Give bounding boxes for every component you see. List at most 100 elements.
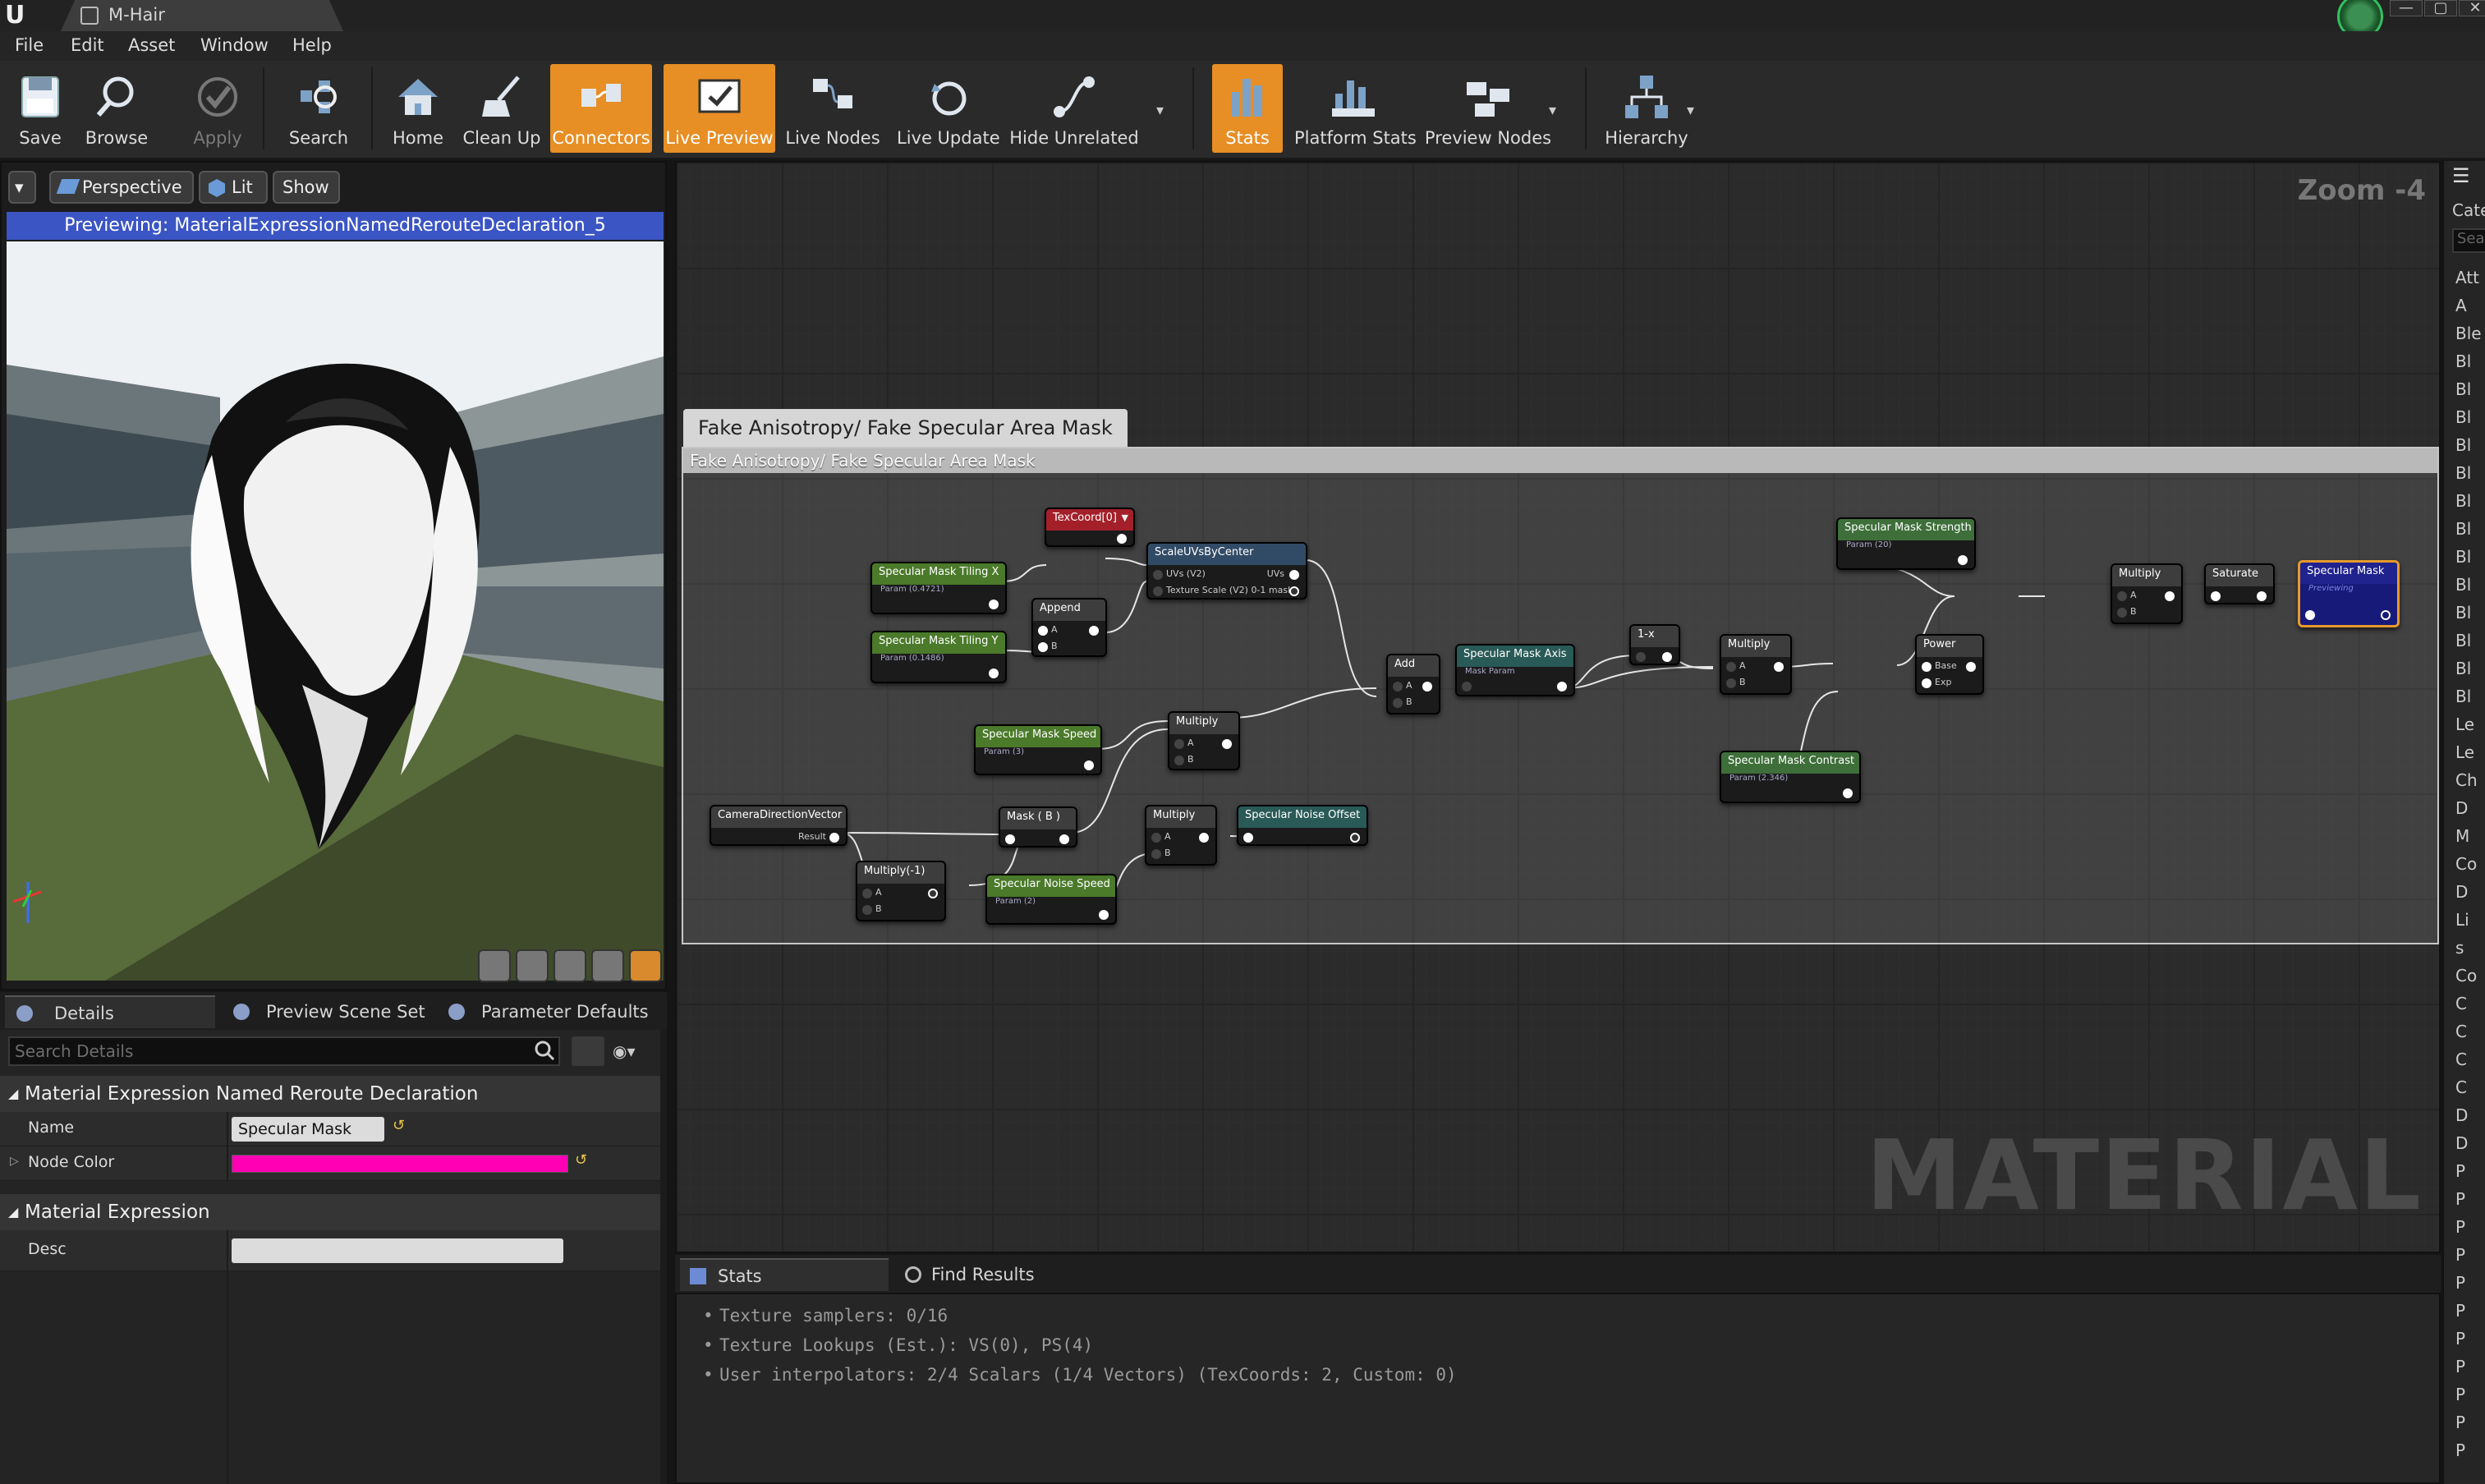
output-pin[interactable]	[1059, 834, 1069, 844]
palette-item[interactable]: P	[2455, 1385, 2465, 1404]
palette-item[interactable]: P	[2455, 1301, 2465, 1321]
document-tab[interactable]: M-Hair	[61, 0, 343, 31]
palette-item[interactable]: P	[2455, 1413, 2465, 1432]
search-button[interactable]: Search	[278, 64, 360, 153]
node-mask-b[interactable]: Mask ( B )	[999, 806, 1077, 848]
node-camera-direction-vector[interactable]: CameraDirectionVector Result	[710, 805, 847, 846]
live-nodes-button[interactable]: Live Nodes	[785, 64, 880, 153]
palette-item[interactable]: Bl	[2455, 659, 2471, 678]
node-append[interactable]: Append A B	[1031, 598, 1107, 657]
save-button[interactable]: Save	[5, 64, 76, 153]
palette-item[interactable]: A	[2455, 296, 2467, 315]
node-power[interactable]: Power Base Exp	[1915, 634, 1984, 695]
material-graph-canvas[interactable]: Zoom -4 Fake Anisotropy/ Fake Specular A…	[675, 161, 2441, 1253]
palette-item[interactable]: D	[2455, 798, 2468, 818]
apply-button[interactable]: Apply	[182, 64, 253, 153]
preview-viewport[interactable]: ▾ Perspective Lit Show Previewing: Mater…	[0, 161, 667, 990]
output-pin[interactable]	[1199, 833, 1209, 843]
output-pin[interactable]	[989, 668, 999, 678]
node-specular-mask-contrast[interactable]: Specular Mask Contrast Param (2.346)	[1720, 751, 1861, 803]
palette-item[interactable]: Att	[2455, 268, 2479, 287]
palette-item[interactable]: Bl	[2455, 351, 2471, 371]
node-multiply-noise[interactable]: Multiply A B	[1145, 805, 1217, 866]
input-pin[interactable]	[1153, 586, 1163, 596]
palette-item[interactable]: P	[2455, 1440, 2465, 1460]
output-pin[interactable]	[1958, 555, 1968, 565]
menu-file[interactable]: File	[15, 35, 44, 55]
input-pin[interactable]	[862, 889, 872, 898]
output-pin[interactable]	[1557, 682, 1567, 691]
output-pin[interactable]	[1289, 586, 1299, 596]
palette-item[interactable]: M	[2455, 826, 2469, 846]
palette-item[interactable]: P	[2455, 1161, 2465, 1181]
input-pin[interactable]	[1726, 662, 1736, 672]
menu-edit[interactable]: Edit	[71, 35, 104, 55]
input-pin[interactable]	[1174, 756, 1184, 765]
node-specular-mask-speed[interactable]: Specular Mask Speed Param (3)	[974, 724, 1102, 775]
stats-button[interactable]: Stats	[1212, 64, 1283, 153]
preview-plane-button[interactable]	[553, 949, 586, 982]
live-update-button[interactable]: Live Update	[897, 64, 1000, 153]
category-material-expression[interactable]: ◢ Material Expression	[0, 1194, 667, 1230]
node-specular-mask-tiling-y[interactable]: Specular Mask Tiling Y Param (0.1486)	[870, 631, 1007, 683]
clean-up-button[interactable]: Clean Up	[457, 64, 547, 153]
palette-item[interactable]: P	[2455, 1217, 2465, 1237]
input-pin[interactable]	[1243, 833, 1253, 843]
output-pin[interactable]	[2381, 610, 2391, 620]
palette-search-input[interactable]: Sea	[2452, 228, 2485, 253]
hierarchy-dropdown[interactable]: ▾	[1687, 102, 1694, 119]
close-button[interactable]: ✕	[2459, 0, 2485, 16]
node-specular-noise-offset[interactable]: Specular Noise Offset	[1237, 805, 1368, 846]
reset-to-default-icon[interactable]: ↺	[575, 1151, 587, 1169]
palette-item[interactable]: P	[2455, 1357, 2465, 1376]
output-pin[interactable]	[829, 833, 839, 843]
menu-asset[interactable]: Asset	[128, 35, 175, 55]
input-pin[interactable]	[2211, 591, 2221, 601]
name-field[interactable]: Specular Mask	[232, 1117, 384, 1142]
palette-tab-icon[interactable]: ☰	[2452, 164, 2477, 189]
palette-item[interactable]: C	[2455, 1022, 2467, 1041]
output-pin[interactable]	[1117, 534, 1127, 544]
palette-item[interactable]: Bl	[2455, 491, 2471, 511]
palette-item[interactable]: C	[2455, 1050, 2467, 1069]
menu-window[interactable]: Window	[200, 35, 269, 55]
node-multiply-speed[interactable]: Multiply A B	[1168, 711, 1240, 770]
output-pin[interactable]	[1089, 626, 1099, 636]
hide-unrelated-button[interactable]: Hide Unrelated	[1008, 64, 1140, 153]
input-pin[interactable]	[1462, 682, 1472, 691]
tab-find-results[interactable]: Find Results	[893, 1258, 1102, 1291]
input-pin[interactable]	[1393, 698, 1403, 708]
live-preview-button[interactable]: Live Preview	[664, 64, 775, 153]
minimize-button[interactable]: —	[2390, 0, 2423, 16]
category-named-reroute-declaration[interactable]: ◢ Material Expression Named Reroute Decl…	[0, 1076, 667, 1112]
input-pin[interactable]	[1151, 833, 1161, 843]
palette-item[interactable]: Ch	[2455, 770, 2478, 790]
input-pin[interactable]	[2117, 608, 2127, 618]
input-pin[interactable]	[1393, 682, 1403, 691]
node-texcoord[interactable]: TexCoord[0] ▼	[1045, 508, 1135, 547]
preview-cylinder-button[interactable]	[478, 949, 511, 982]
input-pin[interactable]	[1726, 678, 1736, 688]
search-details-input[interactable]: Search Details	[8, 1036, 560, 1066]
lit-button[interactable]: Lit	[199, 171, 268, 204]
platform-stats-button[interactable]: Platform Stats	[1294, 64, 1417, 153]
input-pin[interactable]	[1151, 849, 1161, 859]
property-matrix-button[interactable]	[572, 1036, 604, 1066]
input-pin[interactable]	[1922, 662, 1932, 672]
node-specular-mask-strength[interactable]: Specular Mask Strength Param (20)	[1836, 517, 1976, 570]
tab-details[interactable]: Details	[5, 995, 215, 1028]
menu-help[interactable]: Help	[292, 35, 332, 55]
palette-item[interactable]: D	[2455, 1105, 2468, 1125]
palette-item[interactable]: P	[2455, 1273, 2465, 1293]
preview-custom-mesh-button[interactable]	[629, 949, 662, 982]
output-pin[interactable]	[1422, 682, 1432, 691]
node-one-minus[interactable]: 1-x	[1629, 624, 1680, 665]
input-pin[interactable]	[1636, 652, 1646, 662]
node-multiply-final[interactable]: Multiply A B	[2111, 563, 2183, 624]
palette-item[interactable]: D	[2455, 1133, 2468, 1153]
node-specular-noise-speed[interactable]: Specular Noise Speed Param (2)	[985, 874, 1117, 925]
input-pin[interactable]	[2305, 610, 2315, 620]
palette-item[interactable]: C	[2455, 1077, 2467, 1097]
node-scale-uvs-by-center[interactable]: ScaleUVsByCenter UVs (V2) UVs Texture Sc…	[1146, 542, 1307, 600]
palette-item[interactable]: C	[2455, 994, 2467, 1013]
